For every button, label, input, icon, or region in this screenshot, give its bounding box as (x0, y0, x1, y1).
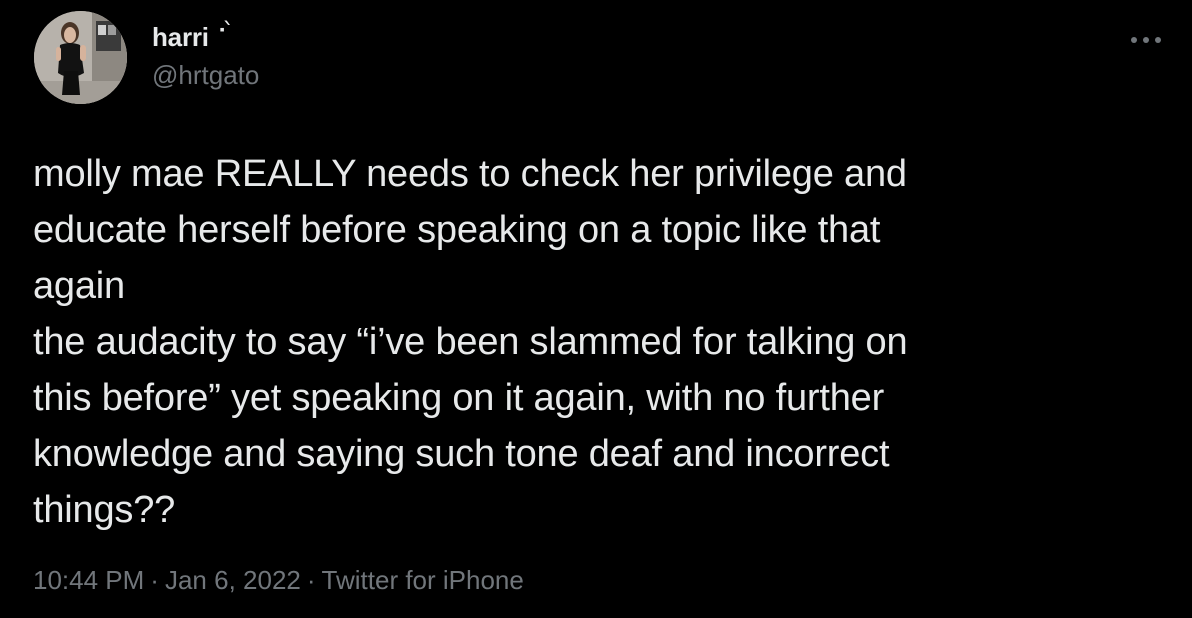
user-handle[interactable]: @hrtgato (152, 60, 259, 90)
profile-photo-icon (34, 11, 127, 104)
author-name-row[interactable]: harri ⠂̀ (152, 19, 235, 53)
more-options-button[interactable] (1128, 22, 1164, 58)
avatar[interactable] (34, 11, 127, 104)
meta-separator: · (150, 565, 159, 595)
display-name[interactable]: harri (152, 22, 209, 52)
tweet-time[interactable]: 10:44 PM (33, 565, 144, 595)
tweet-source[interactable]: Twitter for iPhone (322, 565, 524, 595)
name-emoji: ⠂̀ (216, 19, 235, 46)
meta-separator: · (306, 565, 316, 595)
tweet-card: harri ⠂̀ @hrtgato molly mae REALLY needs… (0, 0, 1192, 618)
tweet-date[interactable]: Jan 6, 2022 (165, 565, 301, 595)
more-options-icon (1131, 37, 1161, 43)
tweet-metadata: 10:44 PM · Jan 6, 2022 · Twitter for iPhone (33, 563, 524, 597)
tweet-text: molly mae REALLY needs to check her priv… (33, 153, 908, 531)
